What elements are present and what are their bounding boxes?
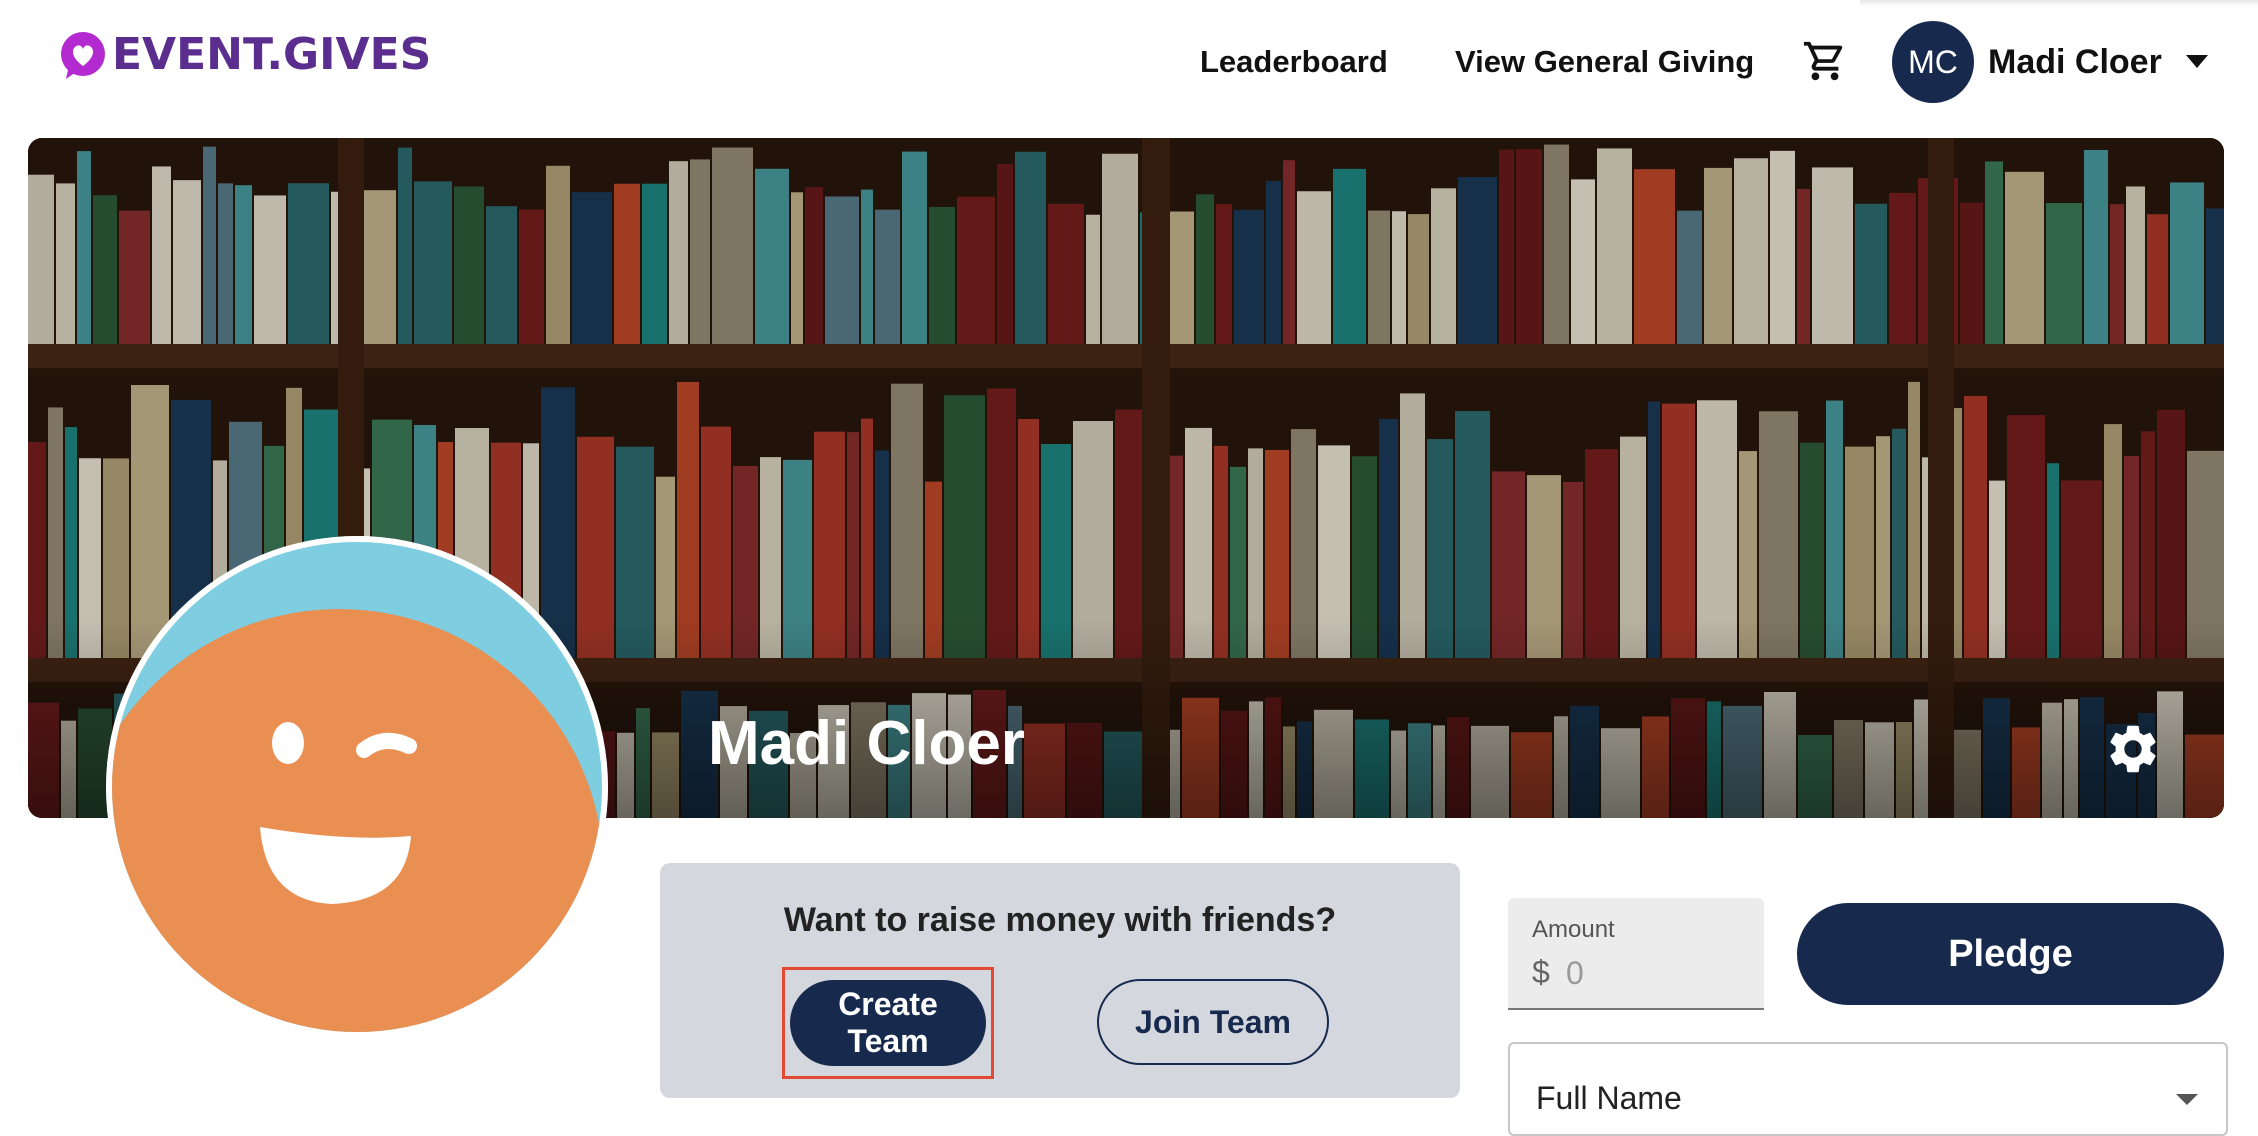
amount-field[interactable]: Amount $	[1508, 898, 1764, 1010]
top-header: EVENT.GIVES Leaderboard View General Giv…	[0, 0, 2258, 125]
shopping-cart-icon[interactable]	[1802, 38, 1848, 84]
full-name-label: Full Name	[1536, 1080, 1682, 1116]
amount-label: Amount	[1532, 916, 1615, 943]
join-team-button[interactable]: Join Team	[1097, 979, 1329, 1065]
user-initials-avatar: MC	[1892, 21, 1974, 103]
create-team-button[interactable]: Create Team	[790, 980, 986, 1066]
profile-name-heading: Madi Cloer	[708, 709, 1025, 778]
gear-icon[interactable]	[2104, 720, 2162, 778]
team-card: Want to raise money with friends? Create…	[660, 863, 1460, 1098]
caret-down-icon	[2185, 55, 2208, 68]
profile-avatar	[106, 536, 608, 1038]
event-gives-logo[interactable]: EVENT.GIVES	[58, 30, 431, 80]
chevron-down-icon	[2176, 1094, 2198, 1105]
winking-face-avatar-icon	[106, 536, 608, 1038]
nav-leaderboard[interactable]: Leaderboard	[1200, 42, 1388, 82]
user-account-menu[interactable]: MC Madi Cloer	[1892, 21, 2208, 103]
full-name-select[interactable]: Full Name	[1508, 1042, 2228, 1136]
amount-input[interactable]	[1564, 952, 1748, 994]
nav-view-general-giving[interactable]: View General Giving	[1455, 42, 1754, 82]
heart-logo-icon	[61, 32, 105, 79]
currency-symbol: $	[1532, 954, 1550, 990]
team-prompt-text: Want to raise money with friends?	[783, 901, 1337, 939]
menu-shadow	[1860, 0, 2258, 6]
user-name: Madi Cloer	[1988, 42, 2162, 81]
logo-text: EVENT.GIVES	[112, 29, 432, 80]
pledge-button[interactable]: Pledge	[1797, 903, 2224, 1005]
